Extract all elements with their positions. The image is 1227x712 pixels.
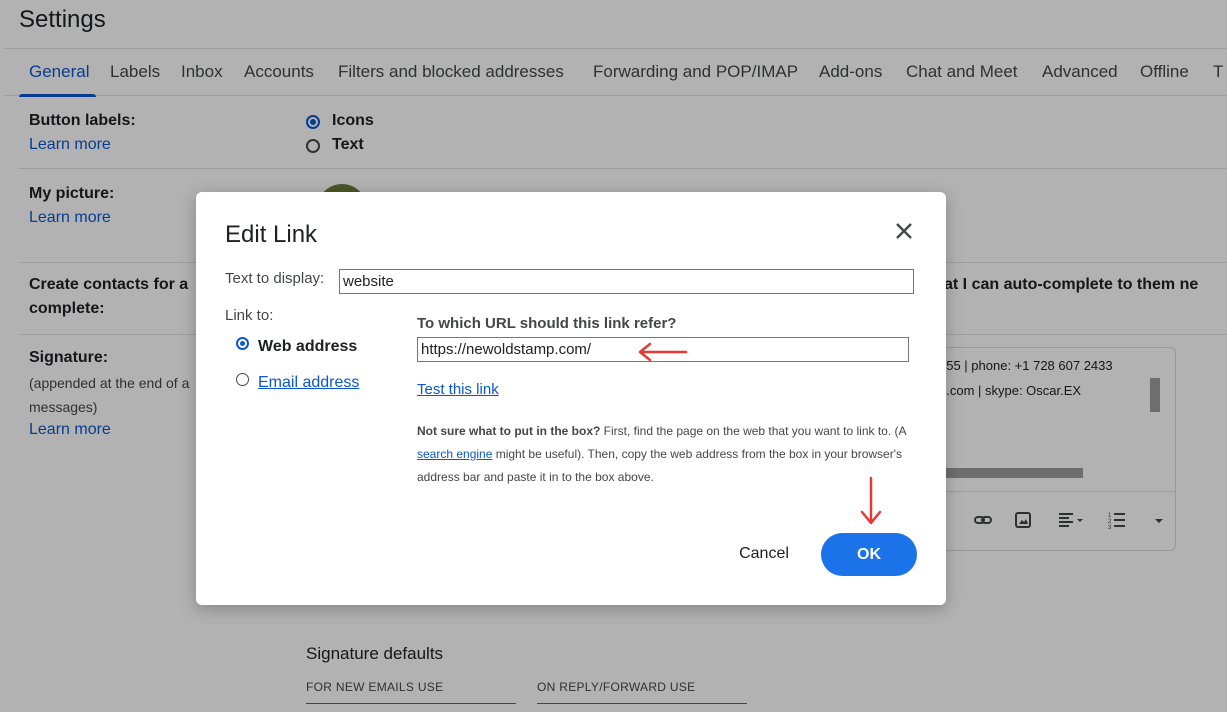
edit-link-dialog: Edit Link Text to display: Link to: Web … [196, 192, 946, 605]
dialog-title: Edit Link [225, 221, 318, 248]
text-to-display-label: Text to display: [225, 270, 325, 287]
search-engine-link[interactable]: search engine [417, 447, 492, 461]
test-this-link[interactable]: Test this link [417, 381, 499, 398]
text-to-display-input[interactable] [339, 269, 914, 294]
help-part1: First, find the page on the web that you… [600, 424, 906, 438]
ok-button[interactable]: OK [821, 533, 917, 576]
help-text: Not sure what to put in the box? First, … [417, 420, 917, 489]
email-address-radio[interactable] [236, 373, 249, 386]
help-bold: Not sure what to put in the box? [417, 424, 601, 438]
url-question: To which URL should this link refer? [417, 315, 677, 332]
web-address-radio[interactable] [236, 337, 249, 350]
close-icon[interactable] [891, 218, 917, 244]
annotation-arrow-down-icon [860, 476, 882, 525]
link-to-label: Link to: [225, 307, 274, 324]
annotation-arrow-left-icon [638, 342, 688, 362]
email-address-link[interactable]: Email address [258, 374, 359, 392]
web-address-label[interactable]: Web address [258, 338, 357, 356]
cancel-button[interactable]: Cancel [718, 534, 810, 574]
